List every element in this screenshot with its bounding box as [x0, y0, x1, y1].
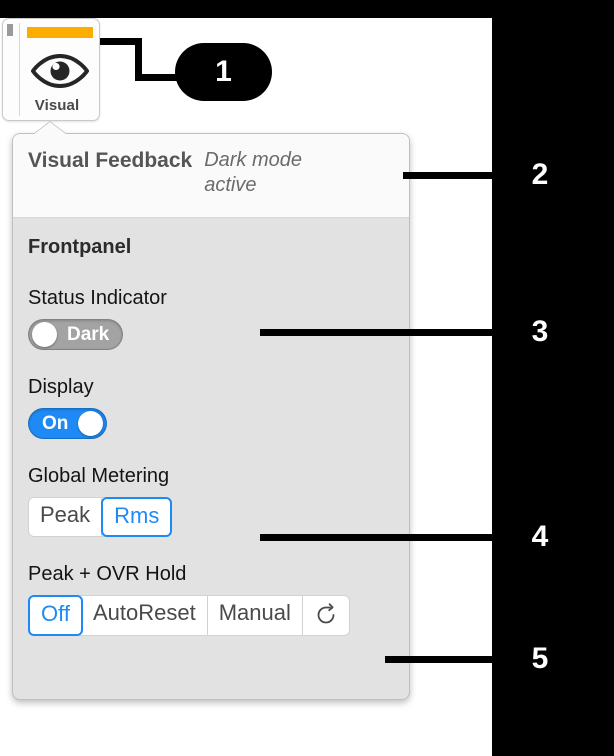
field-label-status-indicator: Status Indicator	[28, 287, 167, 309]
callout-badge-5: 5	[531, 642, 549, 675]
field-peak-ovr-hold: Peak + OVR Hold Off AutoReset Manual	[28, 563, 394, 636]
segment-off[interactable]: Off	[28, 595, 83, 636]
segment-manual[interactable]: Manual	[207, 596, 303, 635]
reset-icon[interactable]	[302, 596, 349, 635]
field-display: Display On	[28, 376, 394, 439]
panel-header: Visual Feedback Dark mode active	[13, 134, 409, 218]
toggle-knob	[32, 322, 57, 347]
callout-4-leader	[260, 534, 508, 541]
field-label-global-metering: Global Metering	[28, 465, 170, 487]
segment-autoreset[interactable]: AutoReset	[81, 596, 208, 635]
callout-badge-2: 2	[531, 158, 549, 191]
callout-5-leader	[385, 656, 508, 663]
display-toggle[interactable]: On	[28, 408, 108, 439]
callout-2-leader	[403, 172, 508, 179]
toggle-knob	[78, 411, 104, 436]
callout-badge-4: 4	[531, 520, 549, 553]
status-indicator-toggle-label: Dark	[67, 324, 110, 345]
callout-badge-3: 3	[531, 315, 549, 348]
segment-rms[interactable]: Rms	[101, 497, 173, 538]
field-label-display: Display	[28, 376, 94, 398]
status-indicator-toggle[interactable]: Dark	[28, 319, 124, 350]
screenshot-root: Visual Visual Feedback Dark mode active …	[0, 0, 614, 756]
panel-title: Visual Feedback	[28, 149, 193, 172]
peak-ovr-hold-segmented[interactable]: Off AutoReset Manual	[28, 595, 350, 636]
toolbar-button-visual[interactable]: Visual	[2, 18, 100, 121]
field-global-metering: Global Metering Peak Rms	[28, 465, 394, 538]
field-status-indicator: Status Indicator Dark	[28, 287, 394, 352]
callout-badge-1: 1	[175, 43, 272, 101]
drag-handle-icon	[7, 24, 13, 36]
field-label-peak-ovr-hold: Peak + OVR Hold	[28, 563, 187, 586]
callout-3-leader	[260, 329, 508, 336]
toolbar-button-visual-label: Visual	[34, 97, 80, 114]
display-toggle-label: On	[42, 413, 69, 434]
panel-body: Frontpanel Status Indicator Dark Display…	[13, 218, 409, 636]
eye-icon	[29, 51, 91, 91]
visual-feedback-panel: Visual Feedback Dark mode active Frontpa…	[12, 122, 410, 700]
panel-subtitle: Dark mode active	[204, 149, 303, 196]
segment-peak[interactable]: Peak	[29, 498, 103, 537]
visual-accent-bar	[27, 27, 93, 38]
global-metering-segmented[interactable]: Peak Rms	[28, 497, 173, 538]
section-title-frontpanel: Frontpanel	[28, 236, 132, 258]
